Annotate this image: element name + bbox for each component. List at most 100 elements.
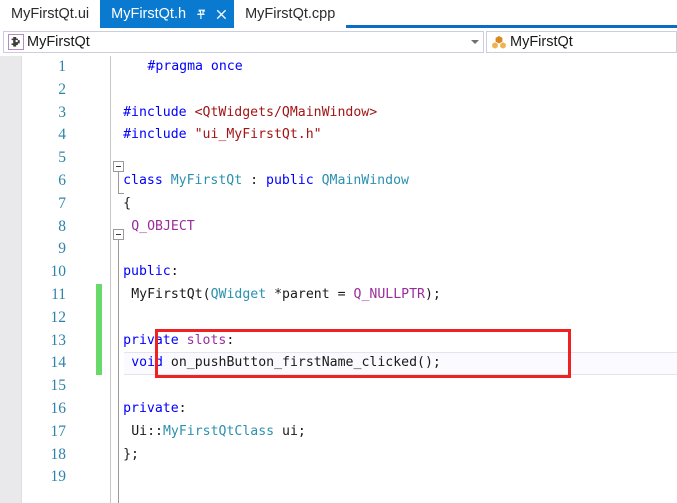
- close-icon[interactable]: [215, 8, 228, 21]
- line-number: 17: [50, 422, 67, 440]
- tab-action-icons: [195, 8, 228, 21]
- code-text[interactable]: MyFirstQt(QWidget *parent = Q_NULLPTR);: [131, 284, 441, 307]
- member-selector-label: MyFirstQt: [510, 34, 573, 50]
- tab-myfirstqt-ui[interactable]: MyFirstQt.ui: [0, 0, 101, 28]
- scope-selector-dropdown[interactable]: MyFirstQt: [3, 31, 484, 53]
- code-line[interactable]: 1 #pragma once: [0, 56, 677, 79]
- code-token: ui;: [274, 423, 306, 439]
- line-number: 16: [50, 400, 67, 417]
- code-token: MyFirstQt: [170, 173, 243, 188]
- code-text[interactable]: private slots:: [123, 330, 234, 353]
- code-token: };: [123, 446, 139, 462]
- code-text[interactable]: #include <QtWidgets/QMainWindow>: [123, 102, 377, 125]
- code-line[interactable]: 2: [0, 79, 677, 102]
- code-token: "ui_MyFirstQt.h": [194, 127, 322, 143]
- code-token: void: [131, 355, 171, 371]
- member-selector-dropdown[interactable]: MyFirstQt: [486, 31, 677, 53]
- code-text[interactable]: void on_pushButton_firstName_clicked();: [131, 352, 441, 375]
- code-line[interactable]: 6 class MyFirstQt : public QMainWindow: [0, 170, 677, 193]
- code-line[interactable]: 16 private:: [0, 398, 677, 421]
- code-line[interactable]: 18};: [0, 444, 677, 467]
- code-line[interactable]: 7{: [0, 193, 677, 216]
- code-line[interactable]: 11 MyFirstQt(QWidget *parent = Q_NULLPTR)…: [0, 284, 677, 307]
- tab-myfirstqt-h[interactable]: MyFirstQt.h: [100, 0, 235, 28]
- code-line[interactable]: 8 Q_OBJECT: [0, 216, 677, 239]
- code-editor[interactable]: 1 #pragma once 2 3 #include <QtWidgets/QMain…: [0, 56, 677, 503]
- code-lines-container[interactable]: 1 #pragma once 2 3 #include <QtWidgets/QMain…: [0, 56, 677, 503]
- code-token: on_pushButton_firstName_clicked();: [170, 355, 441, 371]
- line-number: 8: [58, 217, 66, 235]
- code-token: {: [123, 195, 132, 211]
- code-token: class: [123, 173, 171, 188]
- line-number: 11: [51, 286, 66, 303]
- pin-icon[interactable]: [195, 8, 208, 21]
- line-number: 19: [50, 468, 67, 486]
- tab-label: MyFirstQt.ui: [11, 6, 90, 22]
- code-line[interactable]: 9: [0, 238, 677, 261]
- line-number: 5: [58, 149, 66, 167]
- tab-myfirstqt-cpp[interactable]: MyFirstQt.cpp: [234, 0, 347, 28]
- code-text[interactable]: {: [123, 193, 131, 216]
- line-number: 4: [58, 126, 66, 144]
- line-number: 15: [50, 377, 67, 395]
- line-number: 9: [58, 240, 66, 258]
- code-line[interactable]: 10 public:: [0, 261, 677, 284]
- code-text[interactable]: public:: [123, 261, 179, 284]
- code-text[interactable]: Ui::MyFirstQtClass ui;: [131, 421, 306, 444]
- code-text[interactable]: #include "ui_MyFirstQt.h": [123, 124, 322, 147]
- code-line[interactable]: 3 #include <QtWidgets/QMainWindow>: [0, 102, 677, 125]
- code-token: Q_NULLPTR: [353, 287, 425, 302]
- code-text[interactable]: };: [123, 444, 139, 467]
- code-token: *parent =: [266, 287, 354, 302]
- line-number: 12: [50, 308, 67, 326]
- visual-studio-editor-window: MyFirstQt.ui MyFirstQt.h MyFirstQt.cpp M…: [0, 0, 677, 503]
- code-text[interactable]: #pragma once: [147, 56, 242, 79]
- code-text[interactable]: class MyFirstQt : public QMainWindow: [123, 170, 409, 193]
- line-number: 13: [50, 331, 67, 349]
- code-token: :: [178, 401, 187, 416]
- code-token: private: [123, 401, 179, 416]
- code-token: :: [242, 173, 267, 188]
- code-token: :: [226, 332, 235, 348]
- code-token: #include: [123, 127, 195, 143]
- code-line[interactable]: 12: [0, 307, 677, 330]
- code-line[interactable]: 5: [0, 147, 677, 170]
- line-number: 2: [58, 80, 66, 98]
- navigation-bar: MyFirstQt MyFirstQt: [0, 28, 677, 56]
- code-line[interactable]: 4 #include "ui_MyFirstQt.h": [0, 124, 677, 147]
- code-line[interactable]: 13 private slots:: [0, 330, 677, 353]
- code-line[interactable]: 15: [0, 375, 677, 398]
- code-token: public: [266, 173, 322, 188]
- editor-tab-bar: MyFirstQt.ui MyFirstQt.h MyFirstQt.cpp: [0, 0, 677, 28]
- code-text[interactable]: Q_OBJECT: [131, 216, 195, 239]
- chevron-down-icon[interactable]: [466, 32, 483, 52]
- code-line[interactable]: 17 Ui::MyFirstQtClass ui;: [0, 421, 677, 444]
- code-token: Ui::: [131, 423, 163, 439]
- code-token: MyFirstQtClass: [162, 423, 275, 439]
- code-token: QMainWindow: [321, 173, 409, 188]
- code-token: <QtWidgets/QMainWindow>: [194, 104, 378, 120]
- code-token: QWidget: [210, 287, 267, 302]
- code-token: #include: [123, 104, 195, 120]
- code-token: :: [170, 264, 179, 280]
- scope-selector-label: MyFirstQt: [27, 34, 90, 50]
- method-icon: [491, 34, 507, 50]
- line-number: 10: [50, 263, 67, 281]
- tab-label: MyFirstQt.cpp: [245, 6, 336, 22]
- line-number: 18: [50, 445, 67, 463]
- code-token: MyFirstQt(: [131, 287, 211, 302]
- tab-label: MyFirstQt.h: [111, 6, 187, 22]
- code-token: private: [123, 332, 187, 348]
- line-number: 14: [50, 354, 67, 372]
- class-icon: [8, 34, 24, 50]
- code-line[interactable]: 19: [0, 466, 677, 489]
- scope-selector-content: MyFirstQt: [4, 32, 466, 52]
- code-token: Q_OBJECT: [131, 218, 195, 234]
- code-token: );: [424, 287, 441, 302]
- line-number: 3: [58, 103, 66, 121]
- line-number: 6: [58, 172, 66, 189]
- code-text[interactable]: private:: [123, 398, 187, 421]
- code-token: #pragma once: [147, 59, 243, 74]
- member-selector-content: MyFirstQt: [487, 32, 676, 52]
- code-line[interactable]: 14 void on_pushButton_firstName_clicked()…: [0, 352, 677, 375]
